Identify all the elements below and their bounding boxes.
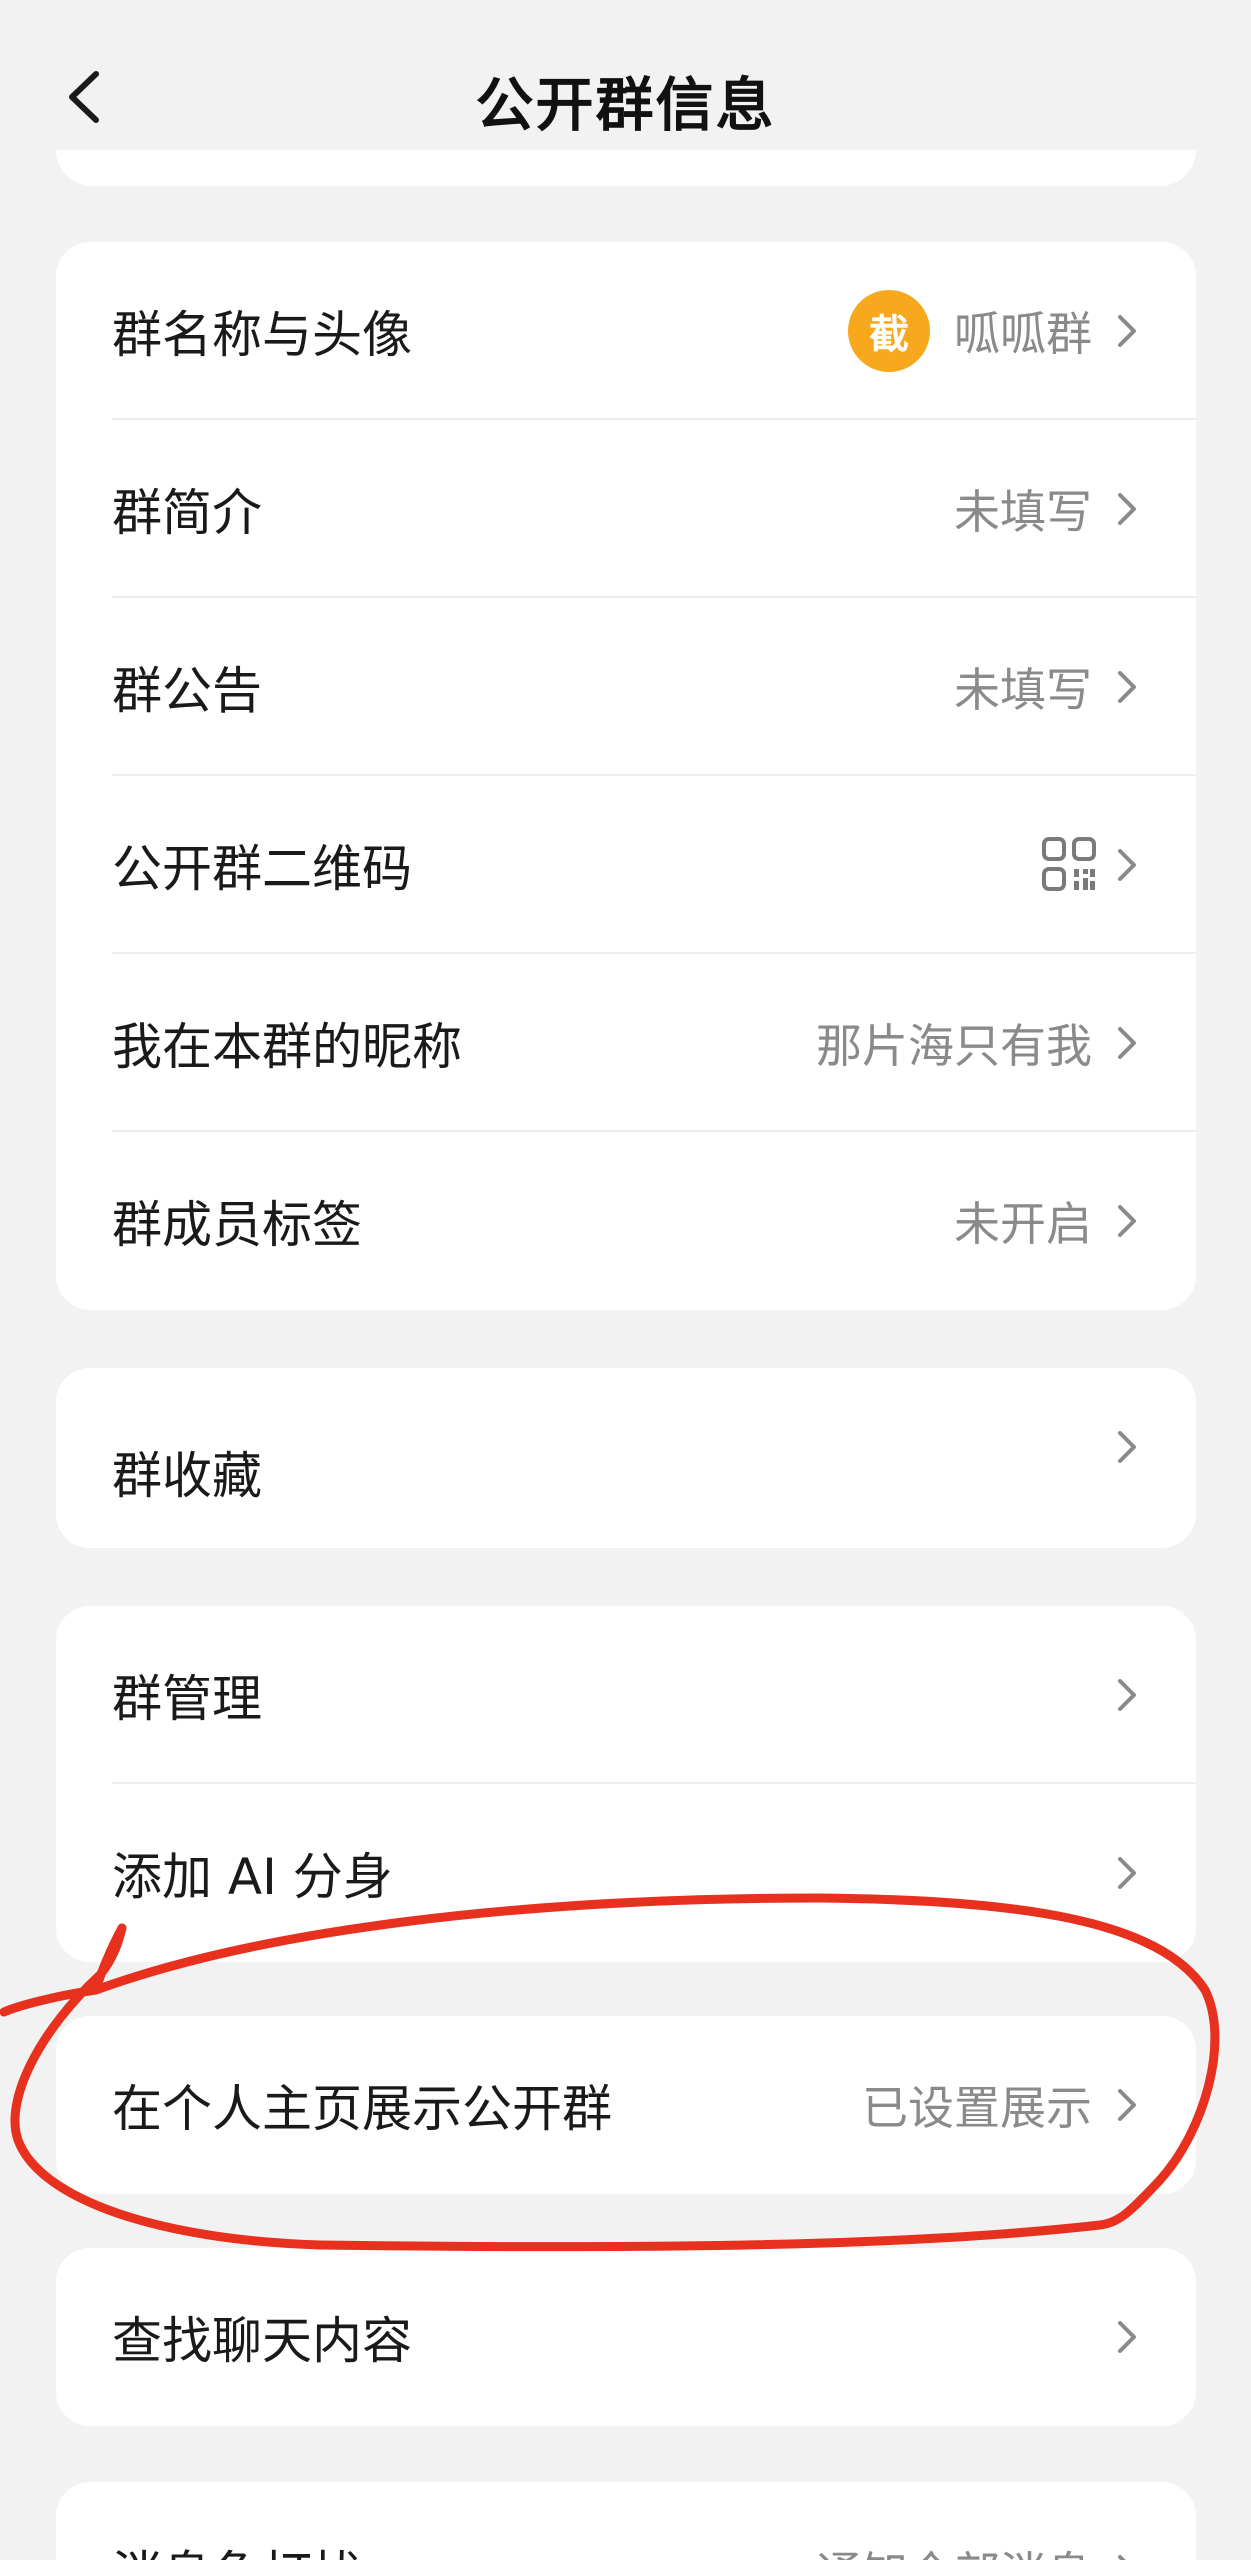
chevron-right-icon [1112, 2083, 1142, 2127]
row-label: 添加 AI 分身 [112, 1848, 393, 1906]
chevron-right-icon [1112, 1425, 1142, 1469]
nickname-value: 那片海只有我 [816, 1019, 1092, 1073]
row-label: 消息免打扰 [112, 2535, 362, 2560]
row-add-ai-clone[interactable]: 添加 AI 分身 [56, 1784, 1196, 1962]
row-my-nickname[interactable]: 我在本群的昵称 那片海只有我 [56, 954, 1196, 1132]
qr-code-icon [1040, 835, 1100, 895]
row-search-chat-content[interactable]: 查找聊天内容 [56, 2248, 1196, 2426]
row-label: 公开群二维码 [112, 840, 412, 898]
page-title: 公开群信息 [475, 71, 776, 139]
chevron-right-icon [1112, 1021, 1142, 1065]
row-do-not-disturb[interactable]: 消息免打扰 通知全部消息 [56, 2482, 1196, 2560]
row-label: 群收藏 [112, 1447, 262, 1506]
row-group-name-avatar[interactable]: 群名称与头像 截 呱呱群 [56, 242, 1196, 420]
row-label: 群管理 [112, 1670, 262, 1728]
group-info-card: 群名称与头像 截 呱呱群 群简介 未填写 群公告 未填写 公开群二维码 我在本群… [56, 242, 1196, 1310]
previous-card-bottom [56, 150, 1196, 186]
chevron-right-icon [1112, 2315, 1142, 2359]
member-tags-value: 未开启 [954, 1197, 1092, 1251]
chevron-right-icon [1112, 1673, 1142, 1717]
chevron-right-icon [1112, 309, 1142, 353]
row-member-tags[interactable]: 群成员标签 未开启 [56, 1132, 1196, 1310]
row-group-qr-code[interactable]: 公开群二维码 [56, 776, 1196, 954]
chevron-right-icon [1112, 1851, 1142, 1895]
chevron-right-icon [1112, 1199, 1142, 1243]
group-avatar: 截 [848, 290, 930, 372]
row-show-on-profile[interactable]: 在个人主页展示公开群 已设置展示 [56, 2016, 1196, 2194]
page: 公开群信息 群名称与头像 截 呱呱群 群简介 未填写 群公告 未填写 公开群二维… [0, 0, 1251, 2560]
row-label: 我在本群的昵称 [112, 1018, 462, 1076]
search-chat-card: 查找聊天内容 [56, 2248, 1196, 2426]
chevron-right-icon [1112, 2549, 1142, 2560]
group-notice-value: 未填写 [954, 663, 1092, 717]
chevron-right-icon [1112, 843, 1142, 887]
management-card: 群管理 添加 AI 分身 [56, 1606, 1196, 1962]
row-group-notice[interactable]: 群公告 未填写 [56, 598, 1196, 776]
favorites-card: 群收藏 [56, 1368, 1196, 1548]
row-label: 群成员标签 [112, 1196, 362, 1254]
row-label: 群简介 [112, 484, 262, 542]
chevron-right-icon [1112, 487, 1142, 531]
row-label: 在个人主页展示公开群 [112, 2080, 612, 2138]
row-label: 群名称与头像 [112, 306, 412, 364]
chevron-right-icon [1112, 665, 1142, 709]
do-not-disturb-value: 通知全部消息 [816, 2538, 1092, 2560]
row-group-intro[interactable]: 群简介 未填写 [56, 420, 1196, 598]
row-label: 群公告 [112, 662, 262, 720]
row-group-management[interactable]: 群管理 [56, 1606, 1196, 1784]
do-not-disturb-card: 消息免打扰 通知全部消息 [56, 2482, 1196, 2560]
row-group-favorites[interactable]: 群收藏 [56, 1368, 1196, 1548]
profile-display-card: 在个人主页展示公开群 已设置展示 [56, 2016, 1196, 2194]
profile-display-value: 已设置展示 [862, 2081, 1092, 2135]
row-label: 查找聊天内容 [112, 2312, 412, 2370]
group-intro-value: 未填写 [954, 485, 1092, 539]
group-name-value: 呱呱群 [954, 307, 1092, 361]
